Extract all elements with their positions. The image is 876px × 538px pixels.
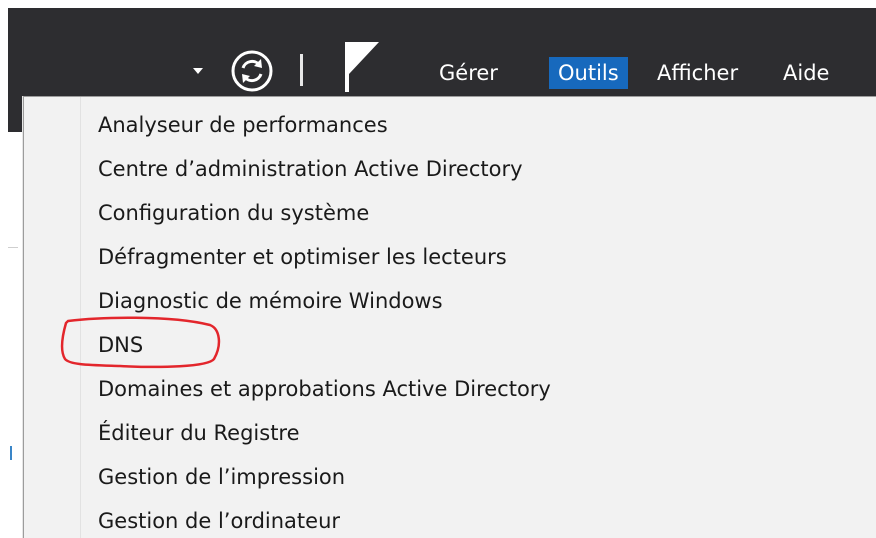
flag-icon[interactable] (341, 40, 381, 92)
menu-item-registry-editor[interactable]: Éditeur du Registre (98, 416, 300, 450)
background-fragment (10, 446, 16, 460)
tools-dropdown-menu: Analyseur de performances Centre d’admin… (23, 96, 876, 538)
background-divider (8, 247, 18, 248)
toolbar-separator (300, 54, 303, 86)
screenshot-frame: Gérer Outils Afficher Aide Analyseur de … (0, 0, 876, 538)
menu-item-ad-domains-trusts[interactable]: Domaines et approbations Active Director… (98, 372, 551, 406)
menu-item-defragment-drives[interactable]: Défragmenter et optimiser les lecteurs (98, 240, 507, 274)
menu-view[interactable]: Afficher (648, 57, 747, 89)
menu-item-dns[interactable]: DNS (98, 328, 143, 362)
menu-item-ad-admin-center[interactable]: Centre d’administration Active Directory (98, 152, 523, 186)
menu-item-print-management[interactable]: Gestion de l’impression (98, 460, 345, 494)
chevron-down-icon[interactable] (193, 68, 203, 74)
refresh-icon[interactable] (227, 46, 277, 96)
menu-tools[interactable]: Outils (549, 57, 628, 89)
background-window (8, 132, 22, 538)
menu-help[interactable]: Aide (774, 57, 838, 89)
menu-item-computer-management[interactable]: Gestion de l’ordinateur (98, 504, 340, 538)
menu-manage[interactable]: Gérer (430, 57, 507, 89)
menu-gutter (80, 97, 81, 538)
menu-item-system-configuration[interactable]: Configuration du système (98, 196, 369, 230)
toolbar: Gérer Outils Afficher Aide (8, 38, 876, 98)
menu-item-memory-diagnostic[interactable]: Diagnostic de mémoire Windows (98, 284, 443, 318)
menu-item-performance-monitor[interactable]: Analyseur de performances (98, 108, 388, 142)
